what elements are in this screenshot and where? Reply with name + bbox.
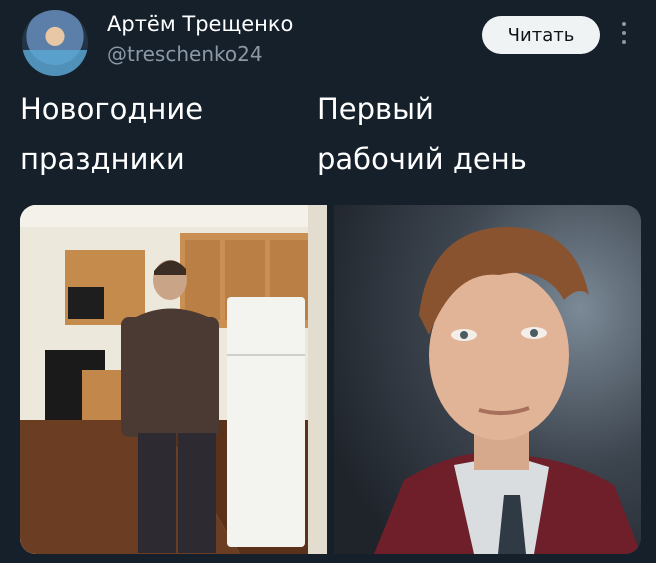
photo-portrait[interactable] bbox=[334, 205, 641, 554]
caption-right: Первый рабочий день bbox=[317, 92, 527, 176]
avatar[interactable] bbox=[22, 10, 88, 76]
photo-kitchen[interactable] bbox=[20, 205, 327, 554]
read-button[interactable]: Читать bbox=[482, 16, 600, 54]
author-name[interactable]: Артём Трещенко bbox=[107, 12, 293, 36]
author-handle[interactable]: @treschenko24 bbox=[107, 42, 263, 66]
caption-left: Новогодние праздники bbox=[20, 92, 204, 176]
tweet-header: Артём Трещенко @treschenko24 Читать bbox=[0, 0, 656, 90]
more-vertical-icon[interactable] bbox=[620, 22, 628, 46]
tweet-media[interactable] bbox=[20, 205, 641, 554]
